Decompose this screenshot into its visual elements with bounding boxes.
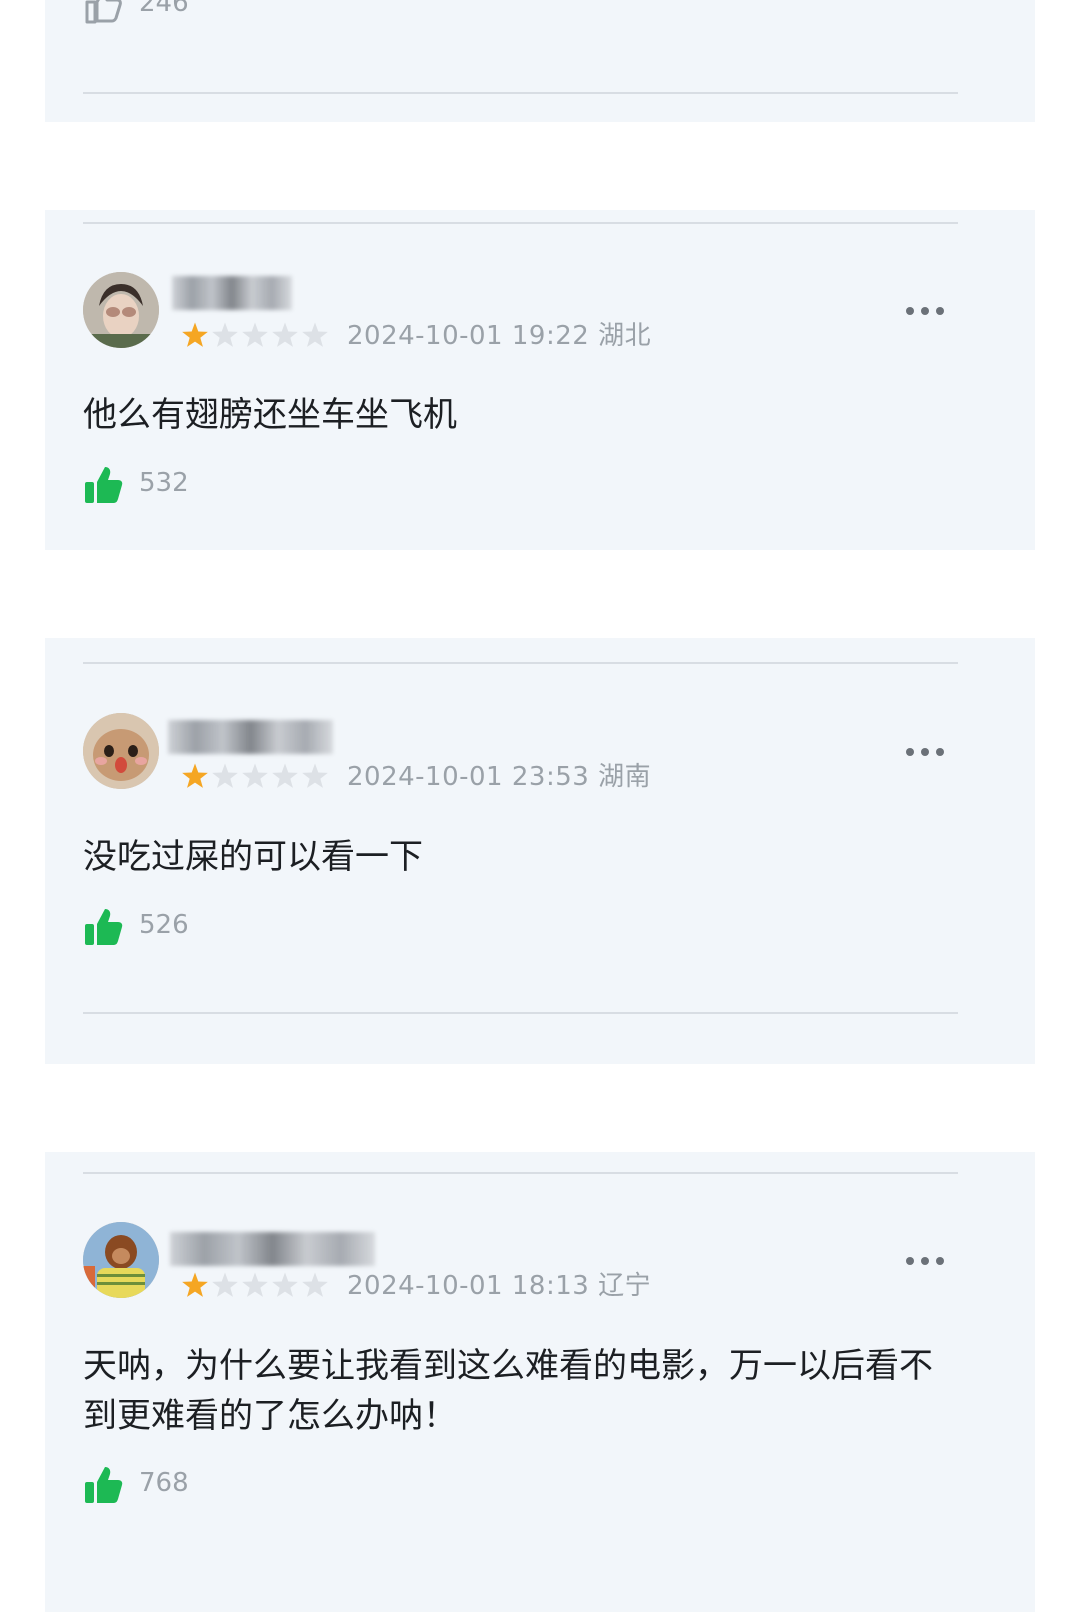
more-dots-icon[interactable] <box>905 1256 945 1266</box>
comment-date: 2024-10-01 23:53 <box>347 762 590 792</box>
star-icon <box>272 1272 298 1297</box>
card-divider <box>83 222 958 224</box>
avatar[interactable] <box>83 713 159 789</box>
star-icon <box>242 763 268 788</box>
like-button[interactable]: 768 <box>83 1462 223 1506</box>
star-icon <box>212 322 238 347</box>
like-button-partial[interactable]: 246 <box>83 0 223 26</box>
star-rating-svg <box>182 763 328 788</box>
star-icon <box>182 322 208 347</box>
star-icon <box>182 1272 208 1297</box>
card-divider <box>83 1012 958 1014</box>
username-blurred <box>170 1232 375 1266</box>
like-count: 246 <box>139 0 189 18</box>
comment-date: 2024-10-01 18:13 <box>347 1271 590 1301</box>
comment-region: 湖南 <box>598 762 652 792</box>
more-dots-icon[interactable] <box>905 306 945 316</box>
star-icon <box>212 1272 238 1297</box>
star-icon <box>212 763 238 788</box>
rating-stars <box>180 321 330 351</box>
comment-meta: 2024-10-01 23:53 湖南 <box>347 761 651 793</box>
like-count: 768 <box>139 1468 189 1498</box>
comment-text: 他么有翅膀还坐车坐飞机 <box>83 395 457 435</box>
thumbs-up-icon <box>83 904 127 948</box>
thumbs-up-icon <box>83 1462 127 1506</box>
rating-stars <box>180 762 330 792</box>
username-blurred <box>168 720 333 754</box>
avatar[interactable] <box>83 1222 159 1298</box>
star-rating-svg <box>182 322 328 347</box>
comment-meta: 2024-10-01 19:22 湖北 <box>347 320 651 352</box>
avatar[interactable] <box>83 272 159 348</box>
comment-text: 没吃过屎的可以看一下 <box>83 837 423 877</box>
star-icon <box>302 1272 328 1297</box>
comment-region: 湖北 <box>598 321 652 351</box>
comment-date: 2024-10-01 19:22 <box>347 321 590 351</box>
card-divider <box>83 662 958 664</box>
username-blurred <box>172 276 292 310</box>
star-icon <box>242 322 268 347</box>
comment-region: 辽宁 <box>598 1271 652 1301</box>
star-rating-svg <box>182 1272 328 1297</box>
star-icon <box>302 322 328 347</box>
thumbs-up-icon <box>83 462 127 506</box>
card-divider <box>83 92 958 94</box>
comment-meta: 2024-10-01 18:13 辽宁 <box>347 1270 651 1302</box>
star-icon <box>272 763 298 788</box>
star-icon <box>302 763 328 788</box>
more-dots-icon[interactable] <box>905 747 945 757</box>
rating-stars <box>180 1271 330 1301</box>
thumbs-up-outline-icon <box>83 0 127 26</box>
star-icon <box>242 1272 268 1297</box>
star-icon <box>182 763 208 788</box>
like-button[interactable]: 526 <box>83 904 223 948</box>
like-button[interactable]: 532 <box>83 462 223 506</box>
like-count: 526 <box>139 910 189 940</box>
card-divider <box>83 1172 958 1174</box>
star-icon <box>272 322 298 347</box>
comment-text: 天呐，为什么要让我看到这么难看的电影，万一以后看不到更难看的了怎么办呐！ <box>83 1346 933 1436</box>
like-count: 532 <box>139 468 189 498</box>
